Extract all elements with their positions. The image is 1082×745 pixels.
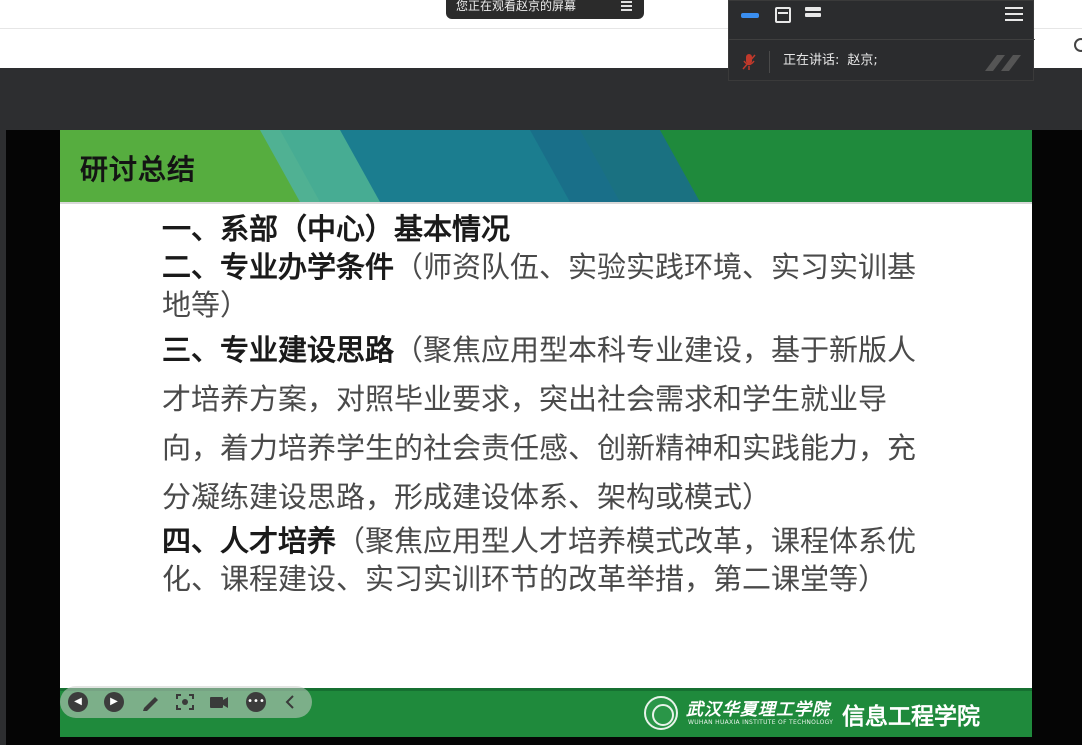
- next-slide-icon[interactable]: ▶: [104, 692, 124, 712]
- department-name: 信息工程学院: [842, 704, 980, 730]
- slide-list-item: 二、专业办学条件（师资队伍、实验实践环境、实习实训基地等）: [162, 248, 942, 324]
- mic-muted-icon[interactable]: [741, 53, 757, 71]
- school-name: 武汉华夏理工学院: [686, 700, 830, 720]
- item-heading: 二、专业办学条件: [162, 250, 395, 284]
- slide-title: 研讨总结: [80, 153, 197, 186]
- app-watermark-icon: [985, 55, 1021, 71]
- speaking-label: 正在讲话:: [783, 53, 840, 68]
- school-emblem-icon: [644, 696, 678, 730]
- header-decoration: [60, 130, 1032, 202]
- more-icon[interactable]: •••: [246, 692, 266, 712]
- speaker-view-icon[interactable]: [741, 13, 759, 18]
- previous-slide-icon[interactable]: ◀: [68, 692, 88, 712]
- presentation-slide: 研讨总结 一、系部（中心）基本情况 二、专业办学条件（师资队伍、实验实践环境、实…: [60, 130, 1032, 737]
- slide-list-item: 四、人才培养（聚焦应用型人才培养模式改革，课程体系优化、课程建设、实习实训环节的…: [162, 522, 942, 598]
- slide-header-rule: [60, 202, 1032, 204]
- share-banner-text: 您正在观看赵京的屏幕: [456, 0, 577, 13]
- camera-icon[interactable]: [208, 692, 230, 712]
- slide-list-item: 一、系部（中心）基本情况: [162, 210, 942, 248]
- host-edge-button[interactable]: [1074, 38, 1082, 52]
- slide-body: 一、系部（中心）基本情况 二、专业办学条件（师资队伍、实验实践环境、实习实训基地…: [162, 210, 942, 598]
- screen-share-banner[interactable]: 您正在观看赵京的屏幕: [446, 0, 644, 19]
- panel-divider: [729, 39, 1035, 40]
- item-heading: 一、系部（中心）基本情况: [162, 212, 511, 246]
- slide-header: 研讨总结: [60, 130, 1032, 202]
- slide-list-item: 三、专业建设思路（聚焦应用型本科专业建设，基于新版人才培养方案，对照毕业要求，突…: [162, 326, 942, 522]
- panel-toolbar: [729, 1, 1035, 39]
- collapse-toolbar-icon[interactable]: [280, 692, 302, 712]
- panel-separator: [769, 51, 770, 73]
- meeting-floating-panel[interactable]: 正在讲话: 赵京;: [728, 0, 1035, 81]
- school-name-english: WUHAN HUAXIA INSTITUTE OF TECHNOLOGY: [688, 719, 834, 726]
- list-view-icon[interactable]: [805, 7, 821, 23]
- presentation-toolbar: ◀ ▶ •••: [60, 686, 312, 718]
- item-heading: 三、专业建设思路: [162, 333, 395, 367]
- collapse-panel-icon[interactable]: [1005, 7, 1023, 23]
- gallery-view-icon[interactable]: [775, 7, 791, 23]
- speaking-indicator: 正在讲话: 赵京;: [783, 53, 878, 69]
- pen-icon[interactable]: [140, 692, 162, 712]
- screenshot-icon[interactable]: [174, 692, 196, 712]
- speaker-name: 赵京;: [847, 53, 878, 68]
- menu-icon[interactable]: [621, 1, 632, 11]
- item-heading: 四、人才培养: [162, 524, 337, 558]
